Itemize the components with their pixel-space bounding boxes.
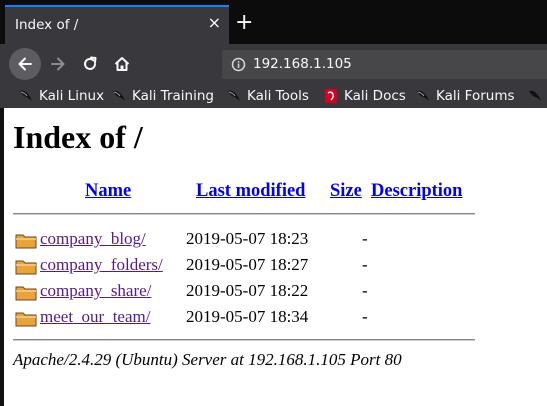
kali-dragon-icon [228, 90, 240, 101]
header-divider [13, 213, 475, 215]
folder-icon [15, 234, 37, 249]
arrow-left-icon [18, 57, 32, 71]
column-header-size[interactable]: Size [330, 181, 362, 202]
bookmarks-toolbar: Kali Linux Kali Training Kali Tools Kali… [0, 84, 547, 108]
column-header-name[interactable]: Name [85, 181, 131, 202]
new-tab-button[interactable]: + [235, 12, 253, 34]
size-value: - [362, 281, 368, 300]
home-icon [114, 57, 130, 71]
column-header-description[interactable]: Description [371, 181, 462, 202]
bookmark-label: Kali Forums [436, 88, 515, 104]
tab-strip: Index of / × + [0, 0, 547, 44]
kali-dragon-icon [417, 90, 429, 101]
folder-icon [15, 286, 37, 301]
folder-icon [15, 312, 37, 327]
forward-button[interactable] [42, 48, 74, 80]
directory-link[interactable]: company_blog/ [40, 228, 146, 250]
modified-date: 2019-05-07 18:27 [186, 255, 309, 274]
tab-title: Index of / [15, 17, 79, 33]
url-text: 192.168.1.105 [253, 56, 352, 72]
window-edge [0, 108, 4, 406]
bookmark-kali-docs[interactable]: Kali Docs [323, 87, 406, 105]
modified-date: 2019-05-07 18:22 [186, 281, 309, 300]
home-button[interactable] [106, 48, 138, 80]
bookmark-overflow[interactable] [527, 87, 547, 105]
modified-date: 2019-05-07 18:34 [186, 307, 309, 326]
column-header-last-modified[interactable]: Last modified [196, 181, 305, 202]
folder-icon [15, 260, 37, 275]
bookmark-label: Kali Docs [344, 88, 406, 104]
size-value: - [362, 255, 368, 274]
directory-link[interactable]: company_folders/ [40, 254, 163, 276]
size-value: - [362, 307, 368, 326]
reload-button[interactable] [74, 48, 106, 80]
back-button[interactable] [9, 48, 41, 80]
modified-date: 2019-05-07 18:23 [186, 229, 309, 248]
bookmark-label: Kali Training [132, 88, 214, 104]
bookmark-kali-training[interactable]: Kali Training [111, 87, 214, 105]
kali-dragon-icon [529, 90, 541, 101]
bookmark-label: Kali Tools [247, 88, 309, 104]
close-tab-icon[interactable]: × [208, 15, 221, 31]
bookmark-kali-linux[interactable]: Kali Linux [18, 87, 104, 105]
bookmark-label: Kali Linux [39, 88, 105, 104]
tab-active[interactable]: Index of / × [5, 5, 229, 44]
directory-link[interactable]: meet_our_team/ [40, 306, 150, 328]
page-title: Index of / [13, 119, 143, 155]
server-signature: Apache/2.4.29 (Ubuntu) Server at 192.168… [13, 350, 402, 369]
kali-docs-icon [325, 89, 337, 103]
arrow-right-icon [51, 57, 65, 71]
bookmark-kali-forums[interactable]: Kali Forums [415, 87, 515, 105]
size-value: - [362, 229, 368, 248]
page-content: Index of / Name Last modified Size Descr… [13, 108, 547, 406]
kali-dragon-icon [20, 90, 32, 101]
url-bar[interactable]: 192.168.1.105 [222, 50, 547, 79]
bookmark-kali-tools[interactable]: Kali Tools [226, 87, 309, 105]
navigation-toolbar: 192.168.1.105 [0, 44, 547, 84]
reload-icon [84, 56, 97, 70]
directory-link[interactable]: company_share/ [40, 280, 151, 302]
kali-dragon-icon [113, 90, 125, 101]
info-icon[interactable] [231, 57, 246, 72]
footer-divider [13, 339, 475, 341]
